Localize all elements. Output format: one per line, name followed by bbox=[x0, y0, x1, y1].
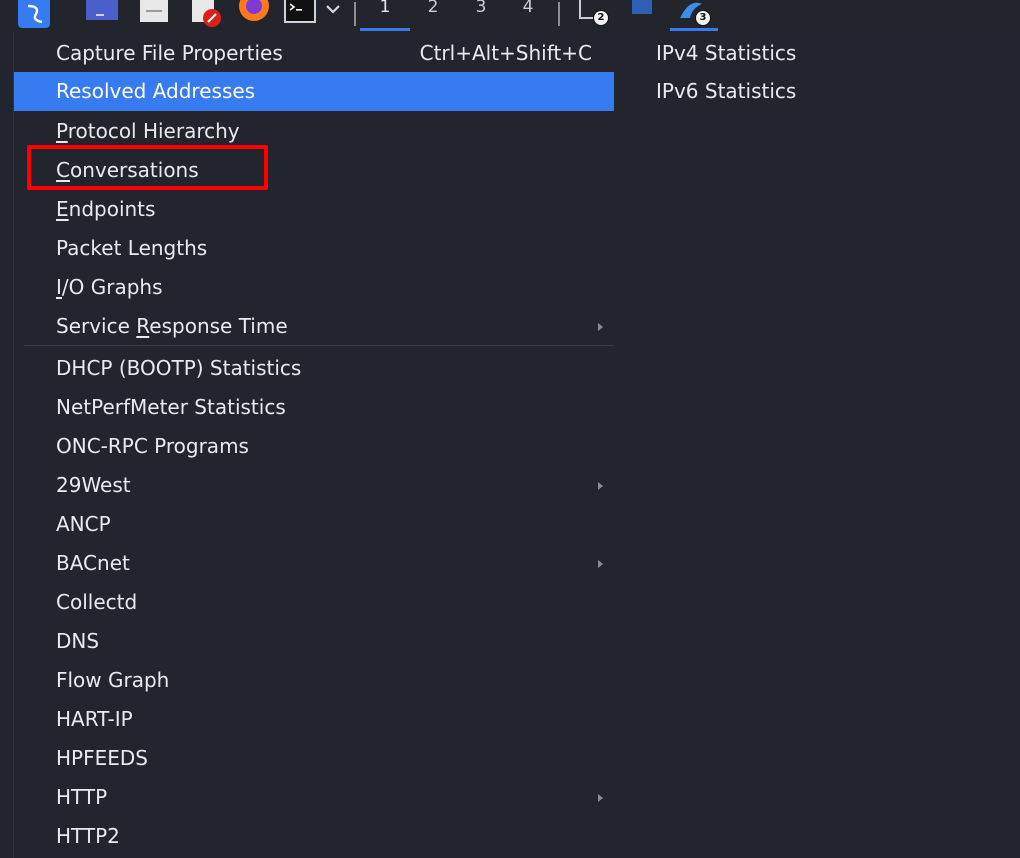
terminal-icon[interactable] bbox=[282, 0, 318, 32]
menu-item-label: Resolved Addresses bbox=[56, 79, 256, 103]
submenu-arrow-icon bbox=[598, 794, 603, 802]
resolved-addresses-submenu: IPv4 Statistics IPv6 Statistics bbox=[615, 32, 1020, 858]
menu-item-label: Endpoints bbox=[56, 197, 156, 221]
files-icon[interactable] bbox=[134, 0, 174, 32]
workspace-3[interactable]: 3 bbox=[465, 0, 497, 24]
menu-item-http2[interactable]: HTTP2 bbox=[14, 817, 614, 856]
submenu-arrow-icon bbox=[598, 482, 603, 490]
menu-item-label: HPFEEDS bbox=[56, 746, 148, 770]
menu-item-shortcut: Ctrl+Alt+Shift+C bbox=[419, 41, 592, 65]
blue-window-icon[interactable] bbox=[626, 0, 660, 32]
window-count-badge: 3 bbox=[696, 11, 710, 25]
menu-item-http[interactable]: HTTP bbox=[14, 778, 614, 817]
menu-separator bbox=[24, 345, 614, 346]
menu-item-netperfmeter-statistics[interactable]: NetPerfMeter Statistics bbox=[14, 388, 614, 427]
menu-item-bacnet[interactable]: BACnet bbox=[14, 544, 614, 583]
window-edge bbox=[0, 32, 12, 858]
menu-item-label: I/O Graphs bbox=[56, 275, 163, 299]
menu-item-collectd[interactable]: Collectd bbox=[14, 583, 614, 622]
submenu-item-label: IPv6 Statistics bbox=[656, 79, 797, 103]
taskbar: 1 2 3 4 2 3 bbox=[0, 0, 1020, 32]
menu-item-label: Capture File Properties bbox=[56, 41, 283, 65]
taskbar-separator bbox=[558, 2, 560, 26]
menu-item-hpfeeds[interactable]: HPFEEDS bbox=[14, 739, 614, 778]
menu-item-label: 29West bbox=[56, 473, 131, 497]
submenu-arrow-icon bbox=[598, 323, 603, 331]
active-workspace-indicator bbox=[360, 28, 410, 31]
menu-item-resolved-addresses[interactable]: Resolved Addresses bbox=[14, 72, 614, 111]
menu-item-hart-ip[interactable]: HART-IP bbox=[14, 700, 614, 739]
menu-item-endpoints[interactable]: Endpoints bbox=[14, 190, 614, 229]
menu-item-label: BACnet bbox=[56, 551, 130, 575]
workspace-4[interactable]: 4 bbox=[512, 0, 544, 24]
highlight-annotation-box bbox=[27, 145, 268, 190]
menu-item-label: HTTP bbox=[56, 785, 108, 809]
kali-menu-icon[interactable] bbox=[12, 0, 56, 32]
menu-item-flow-graph[interactable]: Flow Graph bbox=[14, 661, 614, 700]
taskbar-separator bbox=[354, 2, 356, 26]
menu-item-29west[interactable]: 29West bbox=[14, 466, 614, 505]
terminal-window-icon[interactable]: 2 bbox=[574, 0, 614, 32]
menu-item-label: NetPerfMeter Statistics bbox=[56, 395, 286, 419]
wireshark-window-icon[interactable]: 3 bbox=[670, 0, 720, 32]
firefox-icon[interactable] bbox=[234, 0, 274, 32]
submenu-arrow-icon bbox=[598, 560, 603, 568]
menu-item-label: HTTP2 bbox=[56, 824, 120, 848]
submenu-item-ipv6-statistics[interactable]: IPv6 Statistics bbox=[615, 72, 1020, 111]
menu-item-label: ONC-RPC Programs bbox=[56, 434, 249, 458]
chevron-down-icon[interactable] bbox=[322, 0, 344, 32]
menu-item-capture-file-properties[interactable]: Capture File Properties Ctrl+Alt+Shift+C bbox=[14, 34, 614, 73]
menu-item-packet-lengths[interactable]: Packet Lengths bbox=[14, 229, 614, 268]
window-count-badge: 2 bbox=[594, 11, 608, 25]
text-editor-icon[interactable] bbox=[186, 0, 226, 32]
menu-item-label: DHCP (BOOTP) Statistics bbox=[56, 356, 302, 380]
menu-item-service-response-time[interactable]: Service Response Time bbox=[14, 307, 614, 346]
menu-item-label: Collectd bbox=[56, 590, 138, 614]
menu-item-io-graphs[interactable]: I/O Graphs bbox=[14, 268, 614, 307]
workspace-1[interactable]: 1 bbox=[369, 0, 401, 24]
menu-item-label: DNS bbox=[56, 629, 100, 653]
menu-item-label: Service Response Time bbox=[56, 314, 288, 338]
desktop-icon[interactable] bbox=[82, 0, 122, 32]
menu-item-dns[interactable]: DNS bbox=[14, 622, 614, 661]
menu-item-label: HART-IP bbox=[56, 707, 133, 731]
menu-item-ancp[interactable]: ANCP bbox=[14, 505, 614, 544]
menu-item-label: Flow Graph bbox=[56, 668, 170, 692]
menu-item-dhcp-bootp-statistics[interactable]: DHCP (BOOTP) Statistics bbox=[14, 349, 614, 388]
menu-item-onc-rpc-programs[interactable]: ONC-RPC Programs bbox=[14, 427, 614, 466]
submenu-item-ipv4-statistics[interactable]: IPv4 Statistics bbox=[615, 34, 1020, 73]
menu-item-label: Packet Lengths bbox=[56, 236, 208, 260]
submenu-item-label: IPv4 Statistics bbox=[656, 41, 797, 65]
menu-item-label: ANCP bbox=[56, 512, 111, 536]
workspace-2[interactable]: 2 bbox=[417, 0, 449, 24]
